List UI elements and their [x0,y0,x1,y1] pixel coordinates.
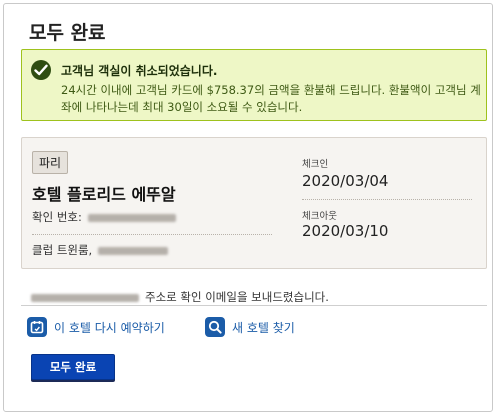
confirmation-card: 모두 완료 고객님 객실이 취소되었습니다. 24시간 이내에 고객님 카드에 … [3,3,493,412]
done-button[interactable]: 모두 완료 [31,354,115,380]
city-badge: 파리 [32,151,69,174]
alert-message: 24시간 이내에 고객님 카드에 $758.37의 금액을 환불해 드립니다. … [61,83,481,114]
find-new-hotel-link[interactable]: 새 호텔 찾기 [205,316,295,338]
checkout-date: 2020/03/10 [302,222,389,240]
redacted-confirmation-number [87,213,176,222]
rebook-hotel-link[interactable]: 이 호텔 다시 예약하기 [27,316,165,338]
email-notice-text: 주소로 확인 이메일을 보내드렸습니다. [145,290,329,304]
confirmation-label: 확인 번호: [32,210,82,224]
cancellation-alert: 고객님 객실이 취소되었습니다. 24시간 이내에 고객님 카드에 $758.3… [21,49,487,121]
hotel-name: 호텔 플로리드 에뚜알 [32,185,176,204]
divider [32,234,272,235]
redacted-guest-name [98,246,169,255]
page-title: 모두 완료 [29,22,106,44]
checkin-date: 2020/03/04 [302,172,389,190]
rebook-hotel-label: 이 호텔 다시 예약하기 [54,320,165,335]
checkin-label: 체크인 [302,159,329,170]
room-type-label: 클럽 트윈룸, [32,243,93,257]
booking-summary: 파리 호텔 플로리드 에뚜알 확인 번호: 클럽 트윈룸, 체크인 2020/0… [21,137,487,269]
divider [21,305,487,306]
search-icon [205,317,225,337]
check-circle-icon [31,60,51,80]
confirmation-number: 확인 번호: [32,209,176,225]
email-notice: 주소로 확인 이메일을 보내드렸습니다. [31,289,329,305]
divider [302,199,472,200]
checkout-label: 체크아웃 [302,211,337,222]
calendar-icon [27,317,47,337]
redacted-email [31,293,139,302]
room-info: 클럽 트윈룸, [32,242,169,258]
alert-heading: 고객님 객실이 취소되었습니다. [61,64,218,78]
find-new-hotel-label: 새 호텔 찾기 [232,320,295,335]
